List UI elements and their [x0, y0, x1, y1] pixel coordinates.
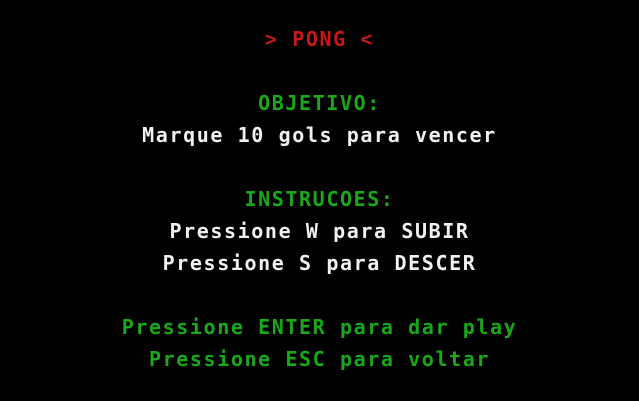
prompt-play[interactable]: Pressione ENTER para dar play — [0, 315, 639, 339]
game-screen: > PONG < OBJETIVO: Marque 10 gols para v… — [0, 0, 639, 401]
objective-text: Marque 10 gols para vencer — [142, 123, 497, 147]
game-title: > PONG < — [264, 27, 375, 51]
instructions-heading: INSTRUCOES: — [244, 187, 395, 211]
prompt-back[interactable]: Pressione ESC para voltar — [0, 347, 639, 371]
instruction-down: Pressione S para DESCER — [162, 251, 477, 275]
objective-heading: OBJETIVO: — [258, 91, 381, 115]
instruction-up: Pressione W para SUBIR — [169, 219, 470, 243]
